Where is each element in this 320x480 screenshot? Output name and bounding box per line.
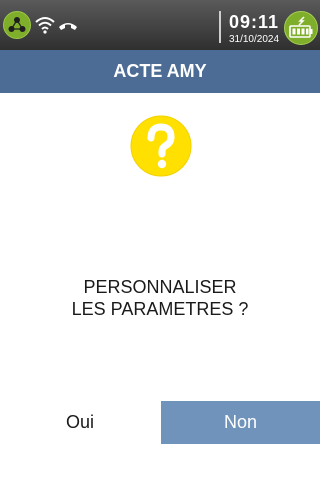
question-line-2: LES PARAMETRES ? <box>71 299 249 319</box>
no-button[interactable]: Non <box>161 401 320 444</box>
battery-charging-icon <box>284 11 318 45</box>
question-icon <box>130 115 192 177</box>
yes-button[interactable]: Oui <box>0 401 160 444</box>
network-icon <box>3 11 31 39</box>
status-icons <box>3 11 79 39</box>
status-bar: 09:11 31/10/2024 <box>0 0 320 50</box>
phone-hangup-icon <box>59 23 77 30</box>
no-button-label: Non <box>223 412 258 432</box>
question-line-1: PERSONNALISER <box>83 277 237 297</box>
page-title: ACTE AMY <box>0 50 320 93</box>
yes-button-label: Oui <box>65 412 94 432</box>
date: 31/10/2024 <box>228 34 280 45</box>
question-text: PERSONNALISER LES PARAMETRES ? <box>0 276 320 320</box>
page-title-text: ACTE AMY <box>113 61 207 81</box>
status-divider <box>219 11 221 43</box>
clock: 09:11 <box>228 12 280 32</box>
wifi-icon <box>35 17 55 34</box>
